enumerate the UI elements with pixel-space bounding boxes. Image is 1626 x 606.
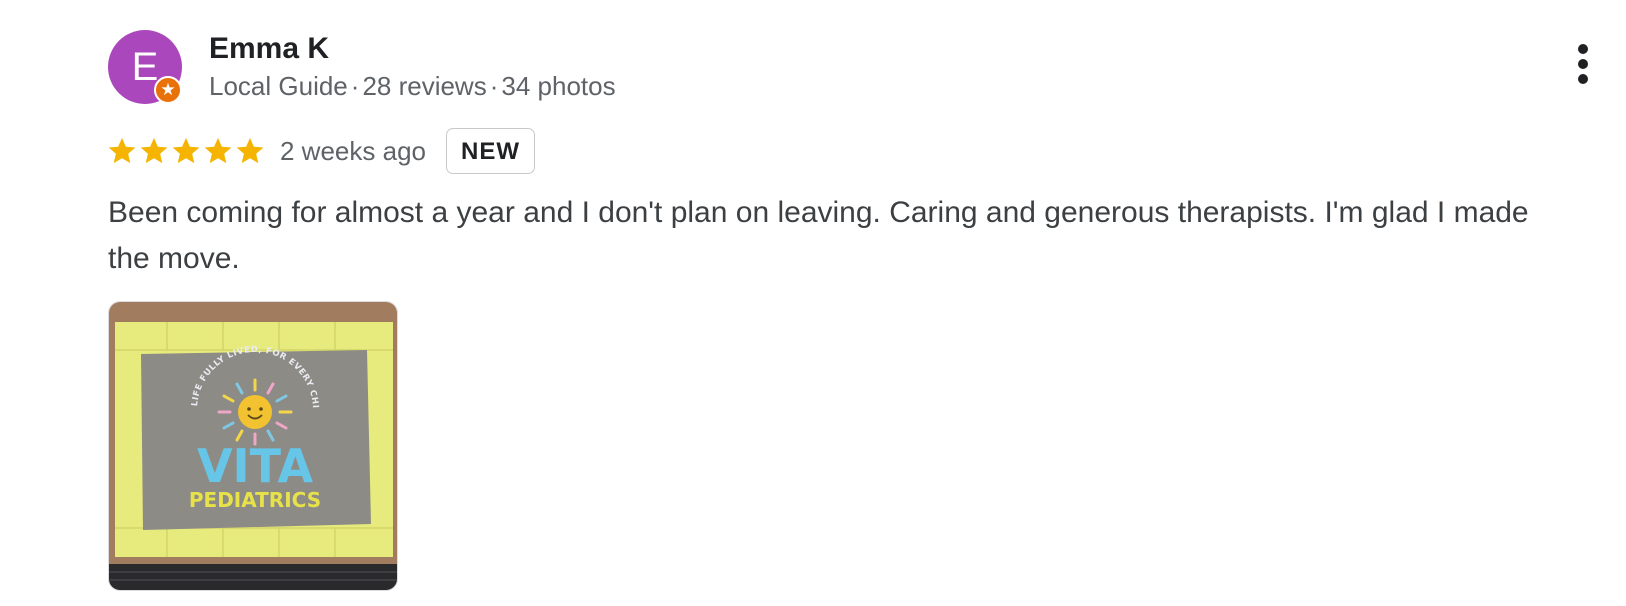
sign-subtitle-text: PEDIATRICS bbox=[189, 488, 321, 512]
local-guide-star-icon: ★ bbox=[154, 76, 182, 104]
photo-vita-pediatrics-sign: LIFE FULLY LIVED, FOR EVERY CHILD bbox=[109, 302, 397, 590]
review-text: Been coming for almost a year and I don'… bbox=[108, 196, 1529, 275]
star-icon bbox=[236, 137, 264, 164]
more-options-button[interactable] bbox=[1568, 42, 1598, 90]
sign-brand-text: VITA bbox=[197, 439, 314, 493]
author-meta: Local Guide · 28 reviews · 34 photos bbox=[209, 69, 616, 103]
more-vert-icon bbox=[1578, 44, 1588, 84]
review-time: 2 weeks ago bbox=[280, 136, 426, 166]
author-name[interactable]: Emma K bbox=[209, 30, 329, 68]
star-icon bbox=[108, 137, 136, 164]
avatar-initial: E bbox=[131, 45, 159, 89]
new-badge: NEW bbox=[445, 128, 535, 174]
star-icon bbox=[140, 137, 168, 164]
star-rating bbox=[106, 135, 266, 167]
meta-separator: · bbox=[489, 71, 499, 101]
rating-row: 2 weeks ago NEW bbox=[106, 126, 535, 176]
star-icon bbox=[204, 137, 232, 164]
local-guide-label: Local Guide bbox=[209, 71, 348, 101]
star-icon bbox=[172, 137, 200, 164]
reviews-count: 28 reviews bbox=[362, 71, 487, 101]
review-card: E ★ Emma K Local Guide · 28 reviews · 34 pho… bbox=[0, 0, 1626, 606]
review-photo[interactable]: LIFE FULLY LIVED, FOR EVERY CHILD bbox=[108, 301, 398, 591]
photos-count: 34 photos bbox=[501, 71, 616, 101]
meta-separator: · bbox=[350, 71, 360, 101]
